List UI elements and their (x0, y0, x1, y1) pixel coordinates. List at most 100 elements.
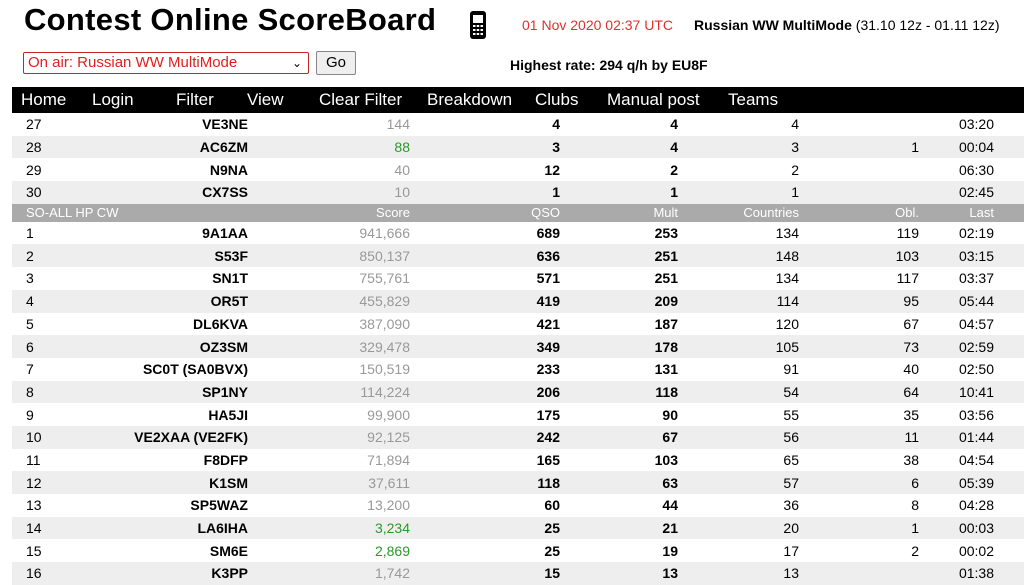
mult-cell: 13 (560, 562, 678, 585)
contest-name: Russian WW MultiMode (694, 17, 852, 33)
mult-cell: 209 (560, 289, 678, 313)
callsign-cell[interactable]: SC0T (SA0BVX) (126, 358, 248, 381)
last-cell: 03:37 (958, 270, 994, 287)
countries-cell: 54 (678, 380, 799, 404)
countries-cell: 4 (678, 113, 799, 136)
qso-cell: 1 (410, 181, 560, 204)
obl-cell: 73 (799, 335, 919, 358)
obl-cell: 6 (799, 471, 919, 494)
obl-cell (799, 158, 919, 182)
nav-filter[interactable]: Filter (176, 87, 214, 113)
callsign-cell[interactable]: SP5WAZ (126, 494, 248, 517)
rank-cell: 3 (26, 270, 34, 287)
mult-cell: 19 (662, 542, 678, 559)
callsign-cell[interactable]: 9A1AA (126, 222, 248, 245)
scoreboard-table: 27 VE3NE 144 4 4 4 03:20 28 AC6ZM 88 3 4 3 1 00:04 29 N9… (12, 113, 1024, 585)
contest-select[interactable]: On air: Russian WW MultiMode ⌄ (23, 52, 309, 74)
mult-cell: 103 (654, 451, 678, 468)
callsign-cell[interactable]: LA6IHA (126, 516, 248, 540)
mult-cell: 251 (654, 270, 678, 287)
callsign-cell[interactable]: VE3NE (126, 113, 248, 136)
countries-header[interactable]: Countries (678, 203, 799, 222)
callsign-cell[interactable]: SP1NY (126, 380, 248, 404)
callsign-cell[interactable]: K3PP (126, 562, 248, 585)
last-cell: 02:19 (958, 225, 994, 242)
rank-cell: 1 (26, 225, 34, 242)
nav-home[interactable]: Home (21, 87, 66, 113)
obl-cell: 64 (799, 380, 919, 404)
score-cell: 3,234 (248, 516, 410, 540)
score-cell: 92,125 (248, 425, 410, 449)
last-cell: 01:44 (919, 425, 1024, 449)
qso-cell: 175 (536, 406, 560, 423)
countries-cell: 56 (678, 425, 799, 449)
mult-cell: 4 (560, 135, 678, 159)
rank-cell: 5 (26, 315, 34, 332)
mult-cell: 4 (560, 113, 678, 136)
last-header[interactable]: Last (919, 203, 1024, 222)
callsign-cell[interactable]: K1SM (126, 471, 248, 494)
score-cell: 144 (248, 113, 410, 136)
nav-clubs[interactable]: Clubs (535, 87, 578, 113)
callsign-cell[interactable]: OR5T (126, 289, 248, 313)
mult-cell: 1 (560, 181, 678, 204)
callsign-cell[interactable]: HA5JI (126, 403, 248, 426)
rank-cell: 4 (12, 289, 126, 313)
nav-view[interactable]: View (247, 87, 284, 113)
score-cell: 941,666 (359, 225, 410, 242)
callsign-cell[interactable]: SN1T (126, 267, 248, 290)
mobile-phone-icon[interactable] (466, 10, 490, 40)
rank-cell: 6 (12, 335, 126, 358)
mult-cell: 21 (560, 516, 678, 540)
nav-clear-filter[interactable]: Clear Filter (319, 87, 402, 113)
callsign-cell[interactable]: DL6KVA (126, 313, 248, 336)
nav-login[interactable]: Login (92, 87, 134, 113)
rank-cell: 8 (12, 380, 126, 404)
qso-header[interactable]: QSO (410, 203, 560, 222)
last-cell: 00:04 (919, 135, 1024, 159)
table-row: 16 K3PP 1,742 15 13 13 01:38 (12, 562, 1024, 585)
countries-cell: 13 (678, 562, 799, 585)
category-header[interactable]: SO-ALL HP CW (12, 203, 126, 222)
qso-cell: 419 (410, 289, 560, 313)
score-cell: 329,478 (248, 335, 410, 358)
obl-cell: 2 (911, 542, 919, 559)
callsign-cell[interactable]: SM6E (126, 539, 248, 562)
contest-period: (31.10 12z - 01.11 12z) (851, 17, 1000, 33)
score-cell: 2,869 (374, 542, 410, 559)
table-row: 29 N9NA 40 12 2 2 06:30 (12, 158, 1024, 182)
callsign-cell[interactable]: OZ3SM (126, 335, 248, 358)
score-header[interactable]: Score (248, 203, 410, 222)
score-cell: 150,519 (359, 361, 410, 378)
obl-header[interactable]: Obl. (799, 203, 919, 222)
nav-manual-post[interactable]: Manual post (607, 87, 700, 113)
nav-teams[interactable]: Teams (728, 87, 778, 113)
mult-header[interactable]: Mult (560, 203, 678, 222)
rank-cell: 27 (12, 113, 126, 136)
mult-cell: 90 (662, 406, 678, 423)
countries-cell: 114 (678, 289, 799, 313)
rank-cell: 7 (26, 361, 34, 378)
countries-cell: 148 (678, 244, 799, 268)
callsign-cell[interactable]: AC6ZM (126, 135, 248, 159)
contest-select-value: On air: Russian WW MultiMode (28, 54, 238, 71)
mult-cell: 187 (654, 315, 678, 332)
rank-cell: 9 (26, 406, 34, 423)
qso-cell: 12 (410, 158, 560, 182)
callsign-cell[interactable]: S53F (126, 244, 248, 268)
go-button[interactable]: Go (316, 51, 356, 75)
callsign-cell[interactable]: F8DFP (126, 449, 248, 472)
rank-cell: 10 (12, 425, 126, 449)
callsign-cell[interactable]: CX7SS (126, 181, 248, 204)
obl-cell: 35 (903, 406, 919, 423)
obl-cell: 1 (799, 516, 919, 540)
obl-cell: 38 (903, 451, 919, 468)
callsign-cell[interactable]: N9NA (126, 158, 248, 182)
table-row: 28 AC6ZM 88 3 4 3 1 00:04 (12, 135, 1024, 159)
qso-cell: 15 (410, 562, 560, 585)
nav-breakdown[interactable]: Breakdown (427, 87, 512, 113)
score-cell: 71,894 (367, 451, 410, 468)
chevron-down-icon: ⌄ (291, 56, 302, 70)
callsign-cell[interactable]: VE2XAA (VE2FK) (126, 425, 248, 449)
qso-cell: 206 (410, 380, 560, 404)
